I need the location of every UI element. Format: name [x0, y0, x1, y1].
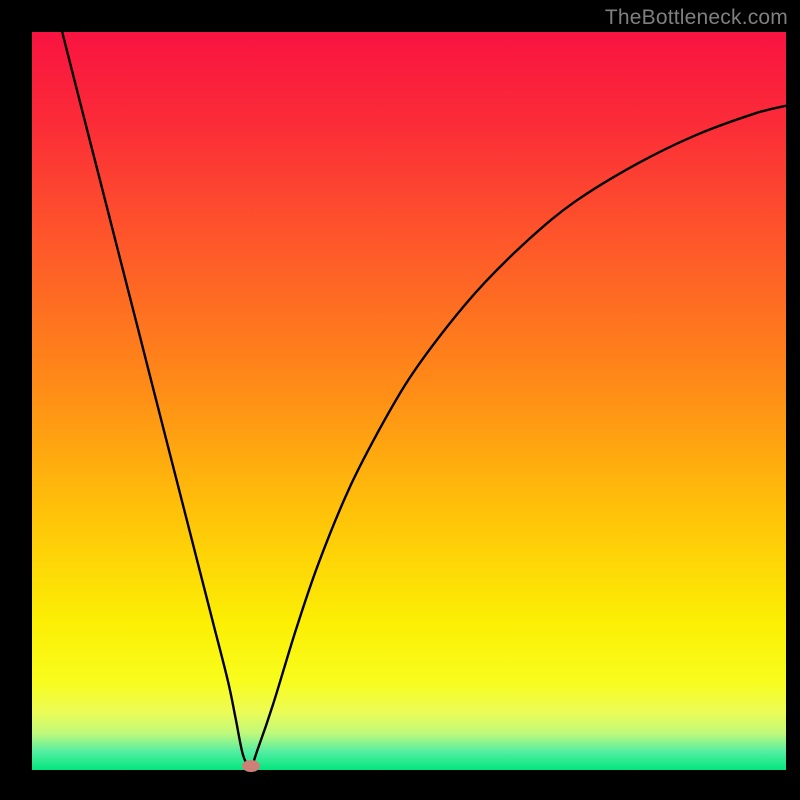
bottleneck-curve	[32, 32, 786, 770]
minimum-marker	[242, 760, 260, 772]
watermark-text: TheBottleneck.com	[605, 6, 788, 30]
chart-stage: TheBottleneck.com	[0, 0, 800, 800]
plot-area	[32, 32, 786, 770]
